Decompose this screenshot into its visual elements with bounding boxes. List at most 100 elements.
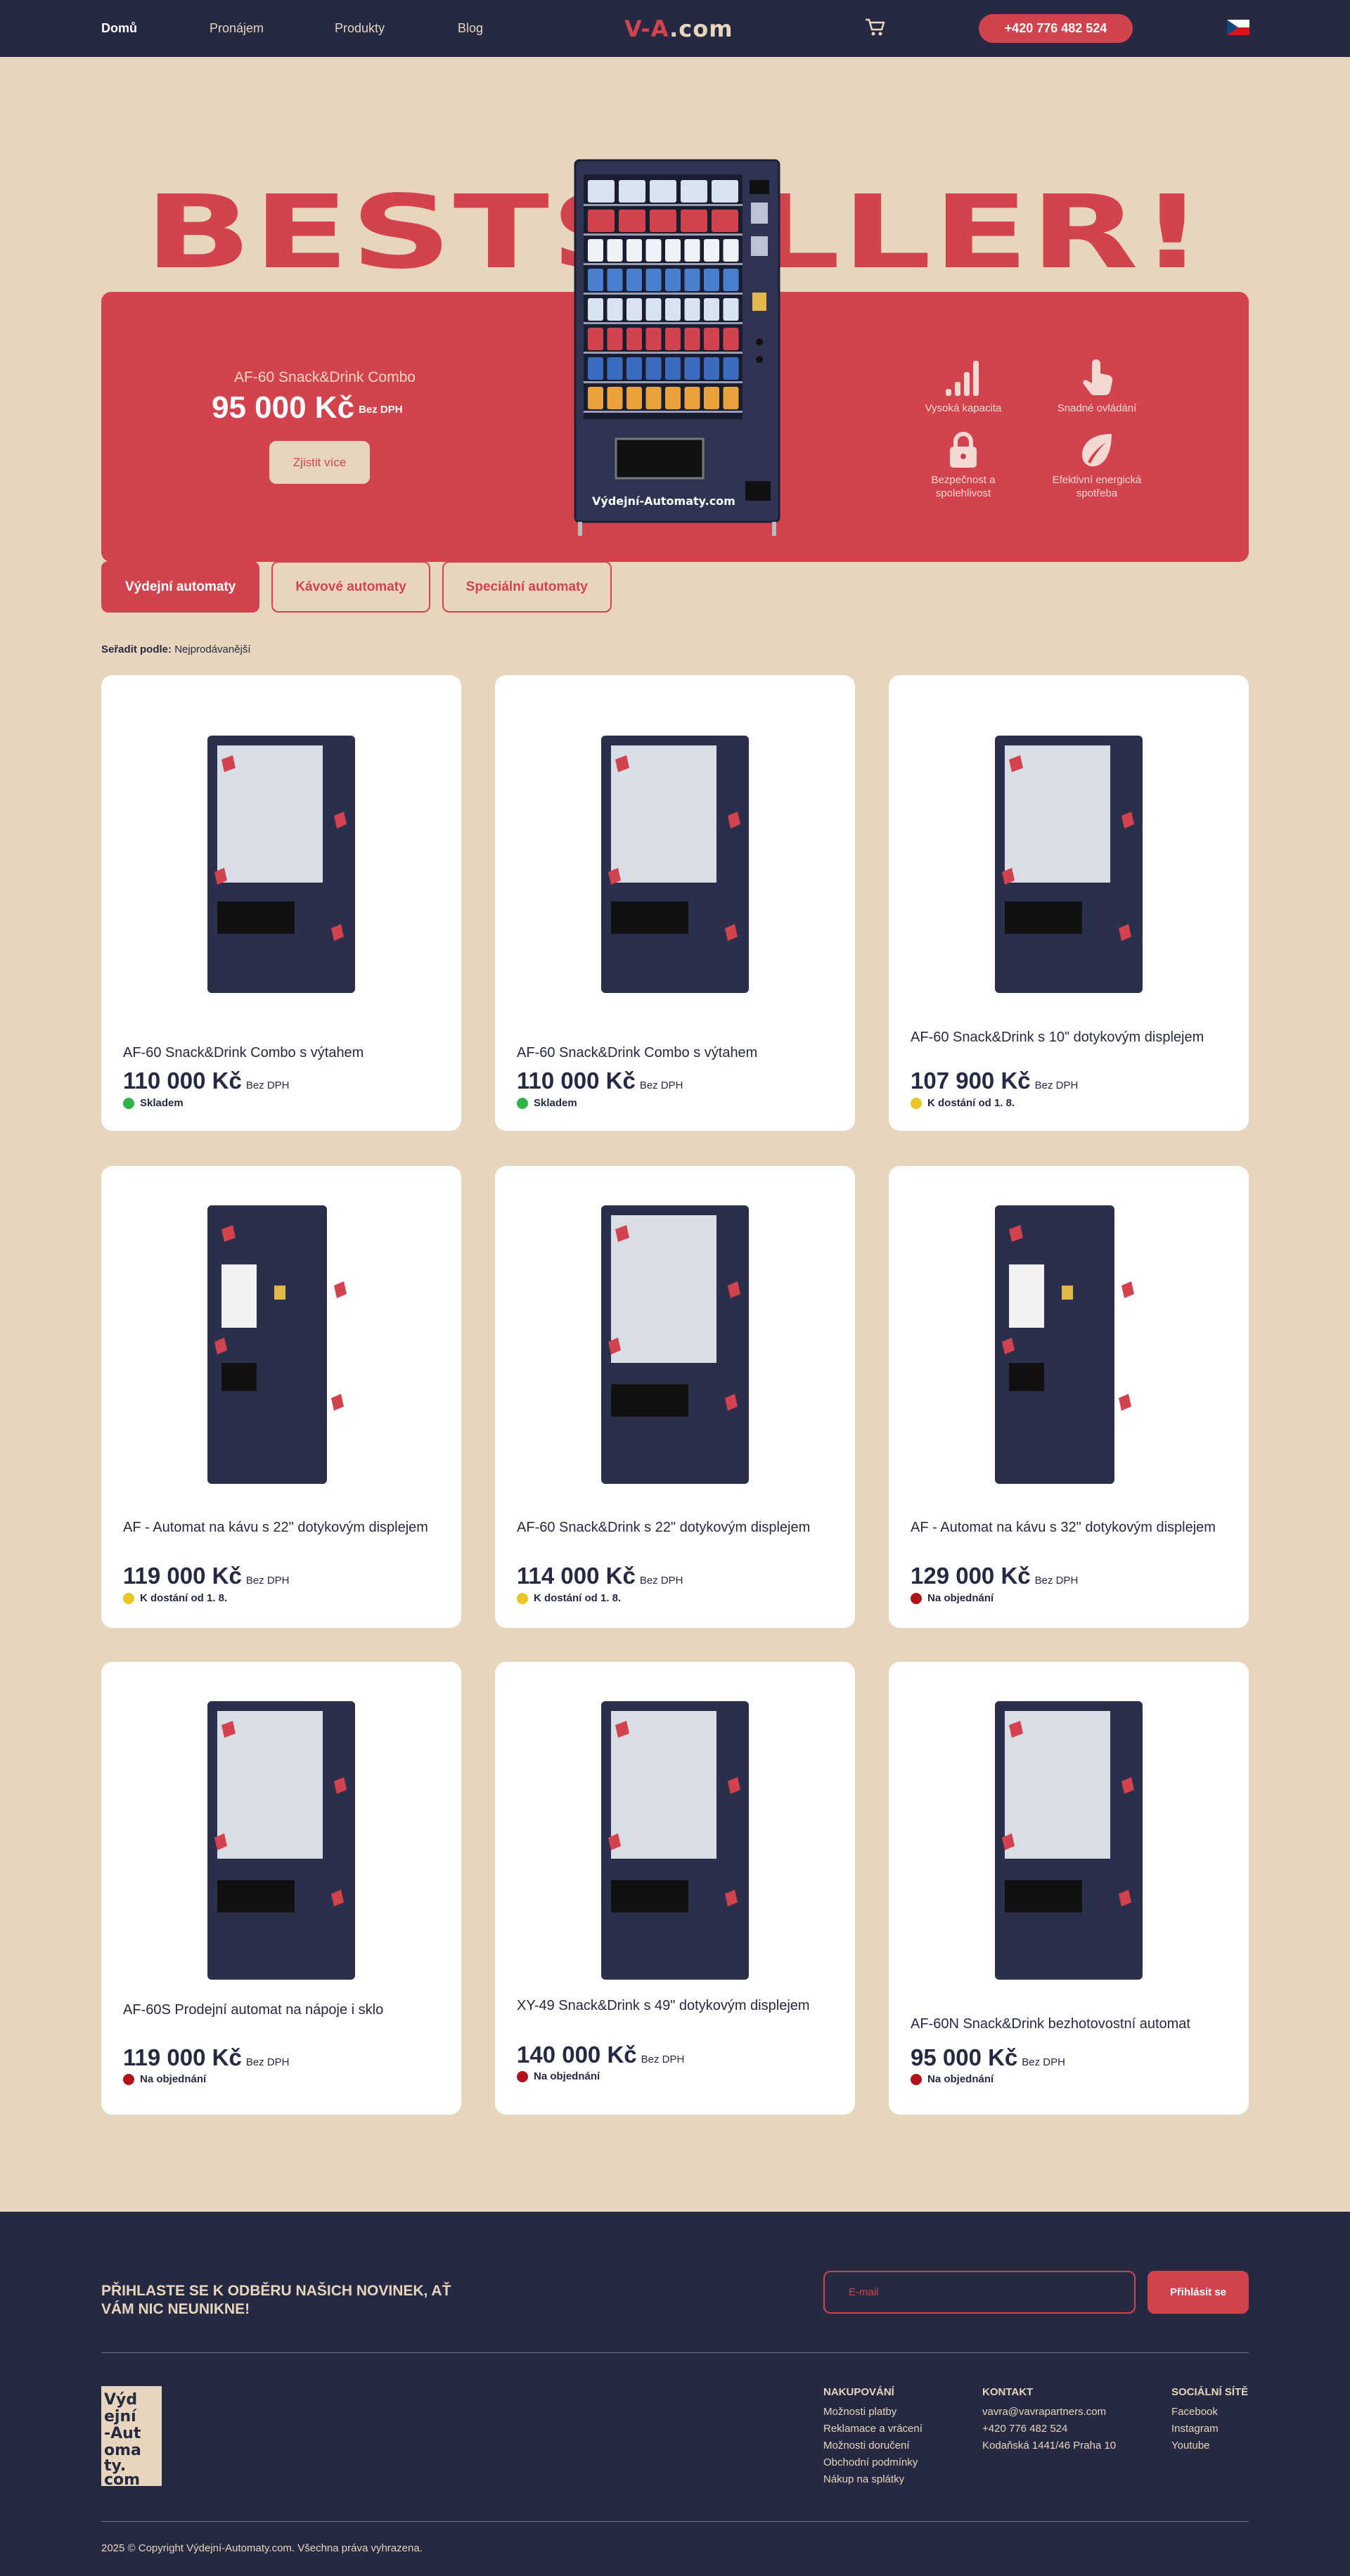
nav-rental[interactable]: Pronájem <box>210 21 264 36</box>
sort-control[interactable]: Seřadit podle: Nejprodávanější <box>101 643 251 655</box>
product-image[interactable] <box>889 1697 1249 1992</box>
hero-product-name: AF-60 Snack&Drink Combo <box>234 369 416 385</box>
stock-dot-icon <box>123 1097 134 1109</box>
footer-link[interactable]: Obchodní podmínky <box>823 2454 922 2471</box>
stock-status: Na objednání <box>517 2070 600 2082</box>
stock-status: Na objednání <box>911 2073 994 2085</box>
product-image[interactable] <box>889 1201 1249 1497</box>
product-price: 140 000 Kč Bez DPH <box>517 2042 684 2068</box>
product-image[interactable] <box>101 731 461 1006</box>
hero-vending-machine-image: Výdejní-Automaty.com <box>574 159 780 536</box>
product-vat: Bez DPH <box>1034 1079 1079 1091</box>
signal-bars-icon <box>946 361 979 396</box>
svg-text:-Aut: -Aut <box>104 2425 141 2442</box>
footer-divider <box>101 2352 1249 2353</box>
category-tabs: Výdejní automaty Kávové automaty Speciál… <box>101 561 612 613</box>
footer-email[interactable]: vavra@vavrapartners.com <box>982 2404 1116 2421</box>
stock-dot-icon <box>911 2073 922 2085</box>
hero-vat: Bez DPH <box>359 403 403 416</box>
footer-phone[interactable]: +420 776 482 524 <box>982 2421 1116 2437</box>
social-facebook-link[interactable]: Facebook <box>1171 2404 1248 2421</box>
nav-products[interactable]: Produkty <box>335 21 385 36</box>
product-card[interactable]: AF-60 Snack&Drink Combo s výtahem 110 000… <box>101 675 461 1131</box>
product-price-value: 119 000 Kč <box>123 2044 242 2070</box>
product-vat: Bez DPH <box>639 1575 683 1587</box>
stock-dot-icon <box>123 2073 134 2085</box>
product-card[interactable]: AF - Automat na kávu s 32" dotykovým dis… <box>889 1166 1249 1628</box>
footer-shopping-title: NAKUPOVÁNÍ <box>823 2386 894 2398</box>
product-price: 114 000 Kč Bez DPH <box>517 1563 683 1589</box>
product-title[interactable]: AF-60 Snack&Drink s 22" dotykovým disple… <box>517 1520 810 1536</box>
product-vat: Bez DPH <box>1022 2056 1065 2068</box>
social-instagram-link[interactable]: Instagram <box>1171 2421 1248 2437</box>
product-title[interactable]: XY-49 Snack&Drink s 49" dotykovým disple… <box>517 1998 810 2014</box>
product-card[interactable]: AF-60S Prodejní automat na nápoje i sklo… <box>101 1662 461 2115</box>
sort-label: Seřadit podle: <box>101 643 172 655</box>
product-title[interactable]: AF - Automat na kávu s 22" dotykovým dis… <box>123 1520 428 1536</box>
hero-price: 95 000 Kč Bez DPH <box>212 390 403 425</box>
product-price-value: 107 900 Kč <box>911 1068 1031 1094</box>
footer-shopping: NAKUPOVÁNÍ Možnosti platby Reklamace a v… <box>823 2384 922 2488</box>
product-image[interactable] <box>101 1697 461 1992</box>
cart-icon[interactable] <box>865 18 885 37</box>
feature-energy: Efektivní energická spotřeba <box>1044 431 1150 500</box>
product-vat: Bez DPH <box>639 1079 683 1091</box>
product-card[interactable]: AF-60 Snack&Drink Combo s výtahem 110 000… <box>495 675 855 1131</box>
social-youtube-link[interactable]: Youtube <box>1171 2437 1248 2454</box>
product-vat: Bez DPH <box>245 1079 290 1091</box>
product-card[interactable]: AF-60N Snack&Drink bezhotovostní automat… <box>889 1662 1249 2115</box>
subscribe-button[interactable]: Přihlásit se <box>1148 2271 1249 2314</box>
footer-link[interactable]: Možnosti doručení <box>823 2437 922 2454</box>
product-price: 129 000 Kč Bez DPH <box>911 1563 1078 1589</box>
top-navbar: Domů Pronájem Produkty Blog V-A.com +420… <box>0 0 1350 57</box>
product-image[interactable] <box>495 731 855 1006</box>
tab-vending[interactable]: Výdejní automaty <box>101 561 260 613</box>
product-image[interactable] <box>495 1697 855 1992</box>
sort-value[interactable]: Nejprodávanější <box>174 643 250 655</box>
product-price: 119 000 Kč Bez DPH <box>123 1563 290 1589</box>
product-vat: Bez DPH <box>245 2056 290 2068</box>
stock-status: Na objednání <box>911 1592 994 1604</box>
product-card[interactable]: AF - Automat na kávu s 22" dotykovým dis… <box>101 1166 461 1628</box>
product-title[interactable]: AF - Automat na kávu s 32" dotykovým dis… <box>911 1520 1216 1536</box>
product-title[interactable]: AF-60 Snack&Drink s 10" dotykovým disple… <box>911 1030 1204 1046</box>
site-logo[interactable]: V-A.com <box>624 15 733 42</box>
product-card[interactable]: XY-49 Snack&Drink s 49" dotykovým disple… <box>495 1662 855 2115</box>
footer-logo: Výdejní-Automaty.com <box>101 2386 162 2486</box>
stock-label: K dostání od 1. 8. <box>927 1097 1015 1109</box>
czech-flag-icon[interactable] <box>1227 20 1249 35</box>
stock-status: K dostání od 1. 8. <box>517 1592 621 1604</box>
newsletter-email-input[interactable]: E-mail <box>823 2271 1136 2314</box>
product-title[interactable]: AF-60N Snack&Drink bezhotovostní automat <box>911 2016 1190 2032</box>
learn-more-button[interactable]: Zjistit více <box>269 441 370 484</box>
feature-label: Bezpečnost a spolehlivost <box>931 474 996 499</box>
stock-status: Na objednání <box>123 2073 206 2085</box>
nav-home[interactable]: Domů <box>101 21 137 36</box>
product-vat: Bez DPH <box>1034 1575 1079 1587</box>
touch-hand-icon <box>1083 359 1113 395</box>
product-card[interactable]: AF-60 Snack&Drink s 10" dotykovým disple… <box>889 675 1249 1131</box>
product-price: 107 900 Kč Bez DPH <box>911 1068 1078 1094</box>
product-image[interactable] <box>889 731 1249 1006</box>
stock-label: Skladem <box>140 1097 184 1109</box>
footer-link[interactable]: Možnosti platby <box>823 2404 922 2421</box>
tab-coffee[interactable]: Kávové automaty <box>271 561 430 613</box>
product-title[interactable]: AF-60S Prodejní automat na nápoje i sklo <box>123 2002 383 2018</box>
product-title[interactable]: AF-60 Snack&Drink Combo s výtahem <box>123 1045 364 1061</box>
product-card[interactable]: AF-60 Snack&Drink s 22" dotykovým disple… <box>495 1166 855 1628</box>
copyright: 2025 © Copyright Výdejní-Automaty.com. V… <box>101 2542 423 2554</box>
feature-security: Bezpečnost a spolehlivost <box>911 431 1016 500</box>
footer-link[interactable]: Nákup na splátky <box>823 2471 922 2488</box>
stock-dot-icon <box>911 1592 922 1604</box>
footer-contact-title: KONTAKT <box>982 2386 1034 2398</box>
nav-blog[interactable]: Blog <box>458 21 483 36</box>
product-title[interactable]: AF-60 Snack&Drink Combo s výtahem <box>517 1045 757 1061</box>
product-image[interactable] <box>495 1201 855 1497</box>
product-image[interactable] <box>101 1201 461 1497</box>
tab-special[interactable]: Speciální automaty <box>442 561 612 613</box>
phone-button[interactable]: +420 776 482 524 <box>979 14 1133 43</box>
stock-label: K dostání od 1. 8. <box>140 1592 228 1604</box>
stock-dot-icon <box>123 1592 134 1604</box>
footer-social: SOCIÁLNÍ SÍTĚ Facebook Instagram Youtube <box>1171 2384 1248 2454</box>
footer-link[interactable]: Reklamace a vrácení <box>823 2421 922 2437</box>
